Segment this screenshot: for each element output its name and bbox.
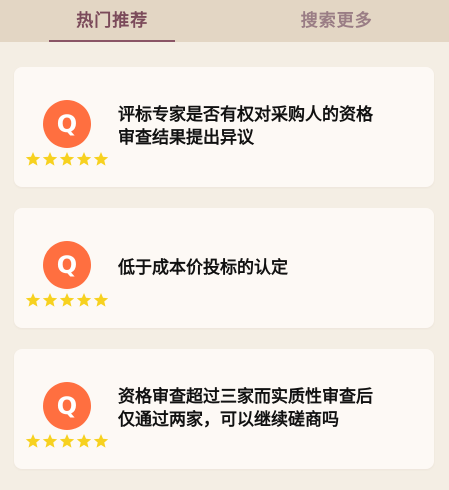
tab-search-more[interactable]: 搜索更多: [225, 0, 449, 42]
avatar-letter: Q: [57, 110, 77, 138]
star-icon: [25, 151, 41, 167]
question-title-line: 低于成本价投标的认定: [118, 257, 288, 280]
star-icon: [76, 151, 92, 167]
star-rating: [25, 292, 109, 308]
question-title-line: 评标专家是否有权对采购人的资格: [118, 104, 373, 127]
avatar: Q: [43, 382, 91, 430]
question-title: 评标专家是否有权对采购人的资格 审查结果提出异议: [118, 67, 418, 187]
star-icon: [42, 151, 58, 167]
star-icon: [93, 433, 109, 449]
star-icon: [76, 292, 92, 308]
star-icon: [25, 292, 41, 308]
list-item[interactable]: Q 资格审查超过三家而实质性审查后 仅通过两家，可以继续磋商吗: [14, 349, 434, 469]
active-tab-underline: [49, 40, 175, 42]
star-icon: [93, 292, 109, 308]
avatar-letter: Q: [57, 251, 77, 279]
avatar: Q: [43, 100, 91, 148]
star-rating: [25, 433, 109, 449]
avatar-letter: Q: [57, 392, 77, 420]
tab-hot-recommend-label: 热门推荐: [76, 6, 148, 31]
star-icon: [59, 292, 75, 308]
star-icon: [93, 151, 109, 167]
star-rating: [25, 151, 109, 167]
star-icon: [42, 292, 58, 308]
tab-bar: 热门推荐 搜索更多: [0, 0, 449, 42]
question-title-line: 资格审查超过三家而实质性审查后: [118, 386, 373, 409]
star-icon: [59, 151, 75, 167]
list-item[interactable]: Q 评标专家是否有权对采购人的资格 审查结果提出异议: [14, 67, 434, 187]
question-title-line: 仅通过两家，可以继续磋商吗: [118, 409, 373, 432]
star-icon: [25, 433, 41, 449]
list-item[interactable]: Q 低于成本价投标的认定: [14, 208, 434, 328]
question-title-line: 审查结果提出异议: [118, 127, 373, 150]
question-title: 低于成本价投标的认定: [118, 208, 418, 328]
star-icon: [59, 433, 75, 449]
question-list: Q 评标专家是否有权对采购人的资格 审查结果提出异议 Q: [14, 67, 434, 490]
tab-hot-recommend[interactable]: 热门推荐: [0, 0, 225, 42]
avatar: Q: [43, 241, 91, 289]
star-icon: [42, 433, 58, 449]
star-icon: [76, 433, 92, 449]
question-title: 资格审查超过三家而实质性审查后 仅通过两家，可以继续磋商吗: [118, 349, 418, 469]
tab-search-more-label: 搜索更多: [301, 6, 373, 31]
